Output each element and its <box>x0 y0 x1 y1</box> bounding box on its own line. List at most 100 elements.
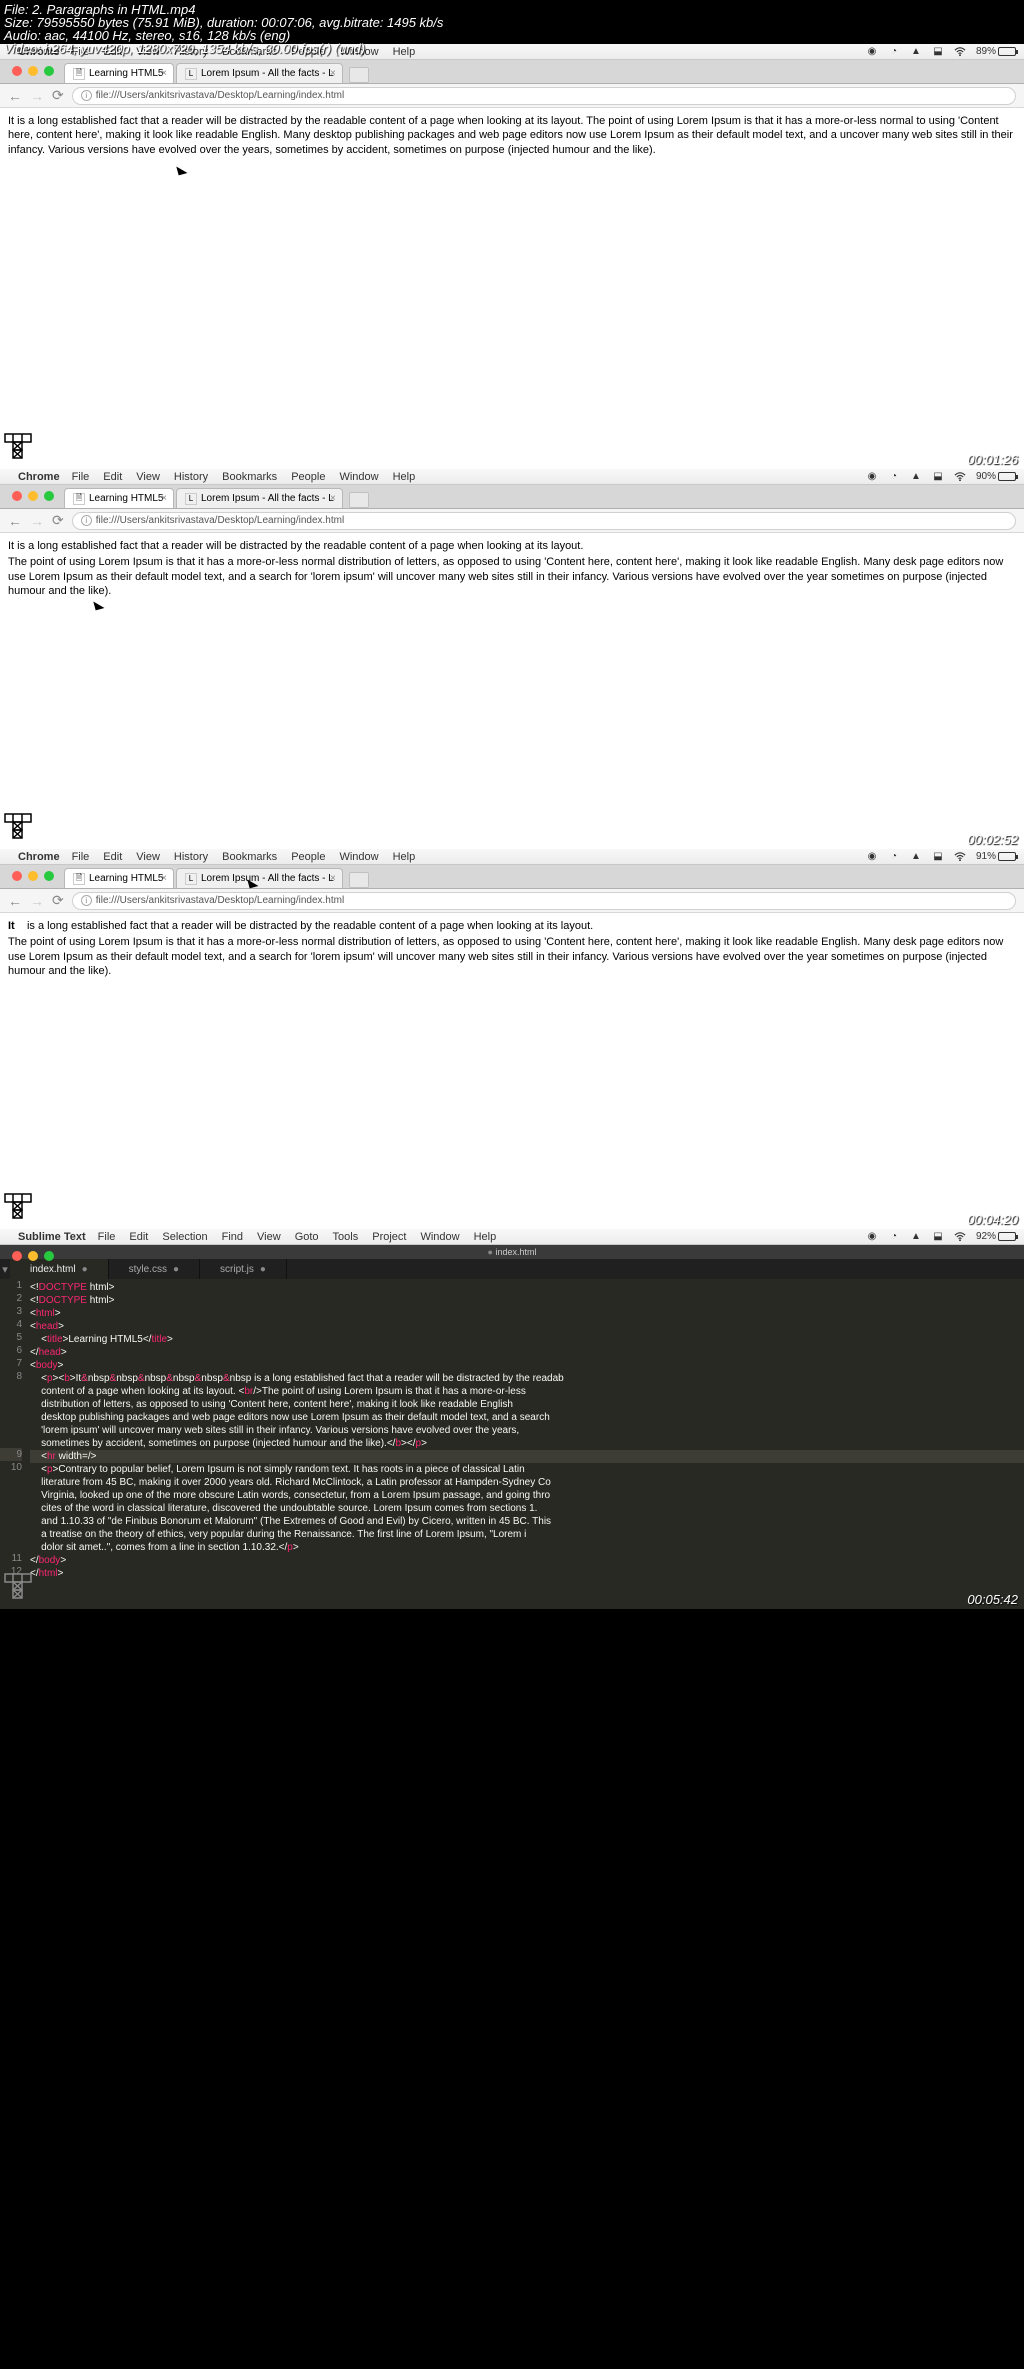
back-button[interactable]: ← <box>8 893 22 909</box>
back-button[interactable]: ← <box>8 88 22 104</box>
reload-button[interactable]: ⟳ <box>52 892 64 909</box>
window-controls[interactable] <box>4 867 62 885</box>
dropbox-icon[interactable]: ⬓ <box>932 851 944 863</box>
app-name[interactable]: Chrome <box>18 471 60 483</box>
menu-help[interactable]: Help <box>474 1231 497 1243</box>
forward-button[interactable]: → <box>30 513 44 529</box>
page-content: It is a long established fact that a rea… <box>0 913 1024 986</box>
cloud-icon[interactable]: ◔ <box>888 46 900 58</box>
cloud-icon[interactable]: ◔ <box>888 471 900 483</box>
tab-learning-html5[interactable]: 🗎Learning HTML5× <box>64 868 174 888</box>
drive-icon[interactable]: ▲ <box>910 1231 922 1243</box>
tab-strip: 🗎Learning HTML5× LLorem Ipsum - All the … <box>0 865 1024 889</box>
tab-script-js[interactable]: script.js● <box>200 1259 287 1279</box>
close-icon[interactable]: × <box>330 68 336 79</box>
menu-window[interactable]: Window <box>420 1231 459 1243</box>
menu-file[interactable]: File <box>98 1231 116 1243</box>
forward-button[interactable]: → <box>30 893 44 909</box>
url-field[interactable]: ifile:///Users/ankitsrivastava/Desktop/L… <box>72 512 1016 530</box>
back-button[interactable]: ← <box>8 513 22 529</box>
menu-bookmarks[interactable]: Bookmarks <box>222 471 277 483</box>
reload-button[interactable]: ⟳ <box>52 512 64 529</box>
menu-people[interactable]: People <box>291 471 325 483</box>
new-tab-button[interactable] <box>349 872 369 888</box>
eye-icon[interactable]: ◉ <box>866 1231 878 1243</box>
window-controls[interactable] <box>4 62 62 80</box>
battery-indicator[interactable]: 90% <box>976 471 1016 482</box>
new-tab-button[interactable] <box>349 67 369 83</box>
menu-people[interactable]: People <box>291 851 325 863</box>
drive-icon[interactable]: ▲ <box>910 46 922 58</box>
battery-indicator[interactable]: 89% <box>976 46 1016 57</box>
menu-file[interactable]: File <box>72 471 90 483</box>
close-icon[interactable]: × <box>330 873 336 884</box>
close-icon[interactable]: × <box>161 493 167 504</box>
tab-learning-html5[interactable]: 🗎Learning HTML5× <box>64 488 174 508</box>
paragraph-1: It is a long established fact that a rea… <box>8 919 1016 933</box>
menu-help[interactable]: Help <box>393 851 416 863</box>
menu-find[interactable]: Find <box>222 1231 243 1243</box>
window-controls[interactable] <box>4 487 62 505</box>
drive-icon[interactable]: ▲ <box>910 471 922 483</box>
menu-view[interactable]: View <box>136 471 160 483</box>
tt-logo <box>4 433 32 465</box>
menu-view[interactable]: View <box>136 851 160 863</box>
menu-window[interactable]: Window <box>339 471 378 483</box>
info-icon[interactable]: i <box>81 515 92 526</box>
menu-project[interactable]: Project <box>372 1231 406 1243</box>
info-icon[interactable]: i <box>81 90 92 101</box>
forward-button[interactable]: → <box>30 88 44 104</box>
app-name[interactable]: Chrome <box>18 851 60 863</box>
tab-strip: 🗎Learning HTML5× LLorem Ipsum - All the … <box>0 485 1024 509</box>
menu-edit[interactable]: Edit <box>103 851 122 863</box>
window-controls[interactable] <box>4 1247 62 1265</box>
drive-icon[interactable]: ▲ <box>910 851 922 863</box>
cloud-icon[interactable]: ◔ <box>888 1231 900 1243</box>
close-icon[interactable]: × <box>330 493 336 504</box>
battery-indicator[interactable]: 92% <box>976 1231 1016 1242</box>
url-field[interactable]: ifile:///Users/ankitsrivastava/Desktop/L… <box>72 892 1016 910</box>
wifi-icon[interactable] <box>954 851 966 863</box>
app-name[interactable]: Sublime Text <box>18 1231 86 1243</box>
menu-edit[interactable]: Edit <box>129 1231 148 1243</box>
tab-lorem-ipsum[interactable]: LLorem Ipsum - All the facts - L× <box>176 63 343 83</box>
eye-icon[interactable]: ◉ <box>866 471 878 483</box>
menu-tools[interactable]: Tools <box>333 1231 359 1243</box>
menu-history[interactable]: History <box>174 471 208 483</box>
menu-edit[interactable]: Edit <box>103 471 122 483</box>
close-icon[interactable]: × <box>161 873 167 884</box>
menu-selection[interactable]: Selection <box>162 1231 207 1243</box>
close-icon[interactable]: × <box>161 68 167 79</box>
battery-indicator[interactable]: 91% <box>976 851 1016 862</box>
menu-window[interactable]: Window <box>339 851 378 863</box>
page-content: It is a long established fact that a rea… <box>0 533 1024 606</box>
paragraph-1: It is a long established fact that a rea… <box>8 539 1016 553</box>
menu-help[interactable]: Help <box>393 471 416 483</box>
tab-learning-html5[interactable]: 🗎Learning HTML5× <box>64 63 174 83</box>
wifi-icon[interactable] <box>954 471 966 483</box>
wifi-icon[interactable] <box>954 46 966 58</box>
cloud-icon[interactable]: ◔ <box>888 851 900 863</box>
wifi-icon[interactable] <box>954 1231 966 1243</box>
lorem-favicon: L <box>185 493 197 505</box>
menu-goto[interactable]: Goto <box>295 1231 319 1243</box>
url-field[interactable]: ifile:///Users/ankitsrivastava/Desktop/L… <box>72 87 1016 105</box>
tab-lorem-ipsum[interactable]: LLorem Ipsum - All the facts - L× <box>176 868 343 888</box>
dropbox-icon[interactable]: ⬓ <box>932 1231 944 1243</box>
eye-icon[interactable]: ◉ <box>866 46 878 58</box>
tab-style-css[interactable]: style.css● <box>109 1259 200 1279</box>
info-icon[interactable]: i <box>81 895 92 906</box>
menu-view[interactable]: View <box>257 1231 281 1243</box>
menu-help[interactable]: Help <box>393 46 416 58</box>
tab-lorem-ipsum[interactable]: LLorem Ipsum - All the facts - L× <box>176 488 343 508</box>
reload-button[interactable]: ⟳ <box>52 87 64 104</box>
dropbox-icon[interactable]: ⬓ <box>932 46 944 58</box>
menu-bookmarks[interactable]: Bookmarks <box>222 851 277 863</box>
tt-logo <box>4 813 32 845</box>
eye-icon[interactable]: ◉ <box>866 851 878 863</box>
dropbox-icon[interactable]: ⬓ <box>932 471 944 483</box>
menu-file[interactable]: File <box>72 851 90 863</box>
new-tab-button[interactable] <box>349 492 369 508</box>
menu-history[interactable]: History <box>174 851 208 863</box>
code-editor[interactable]: 123456789101112 <!DOCTYPE html> <!DOCTYP… <box>0 1279 1024 1580</box>
